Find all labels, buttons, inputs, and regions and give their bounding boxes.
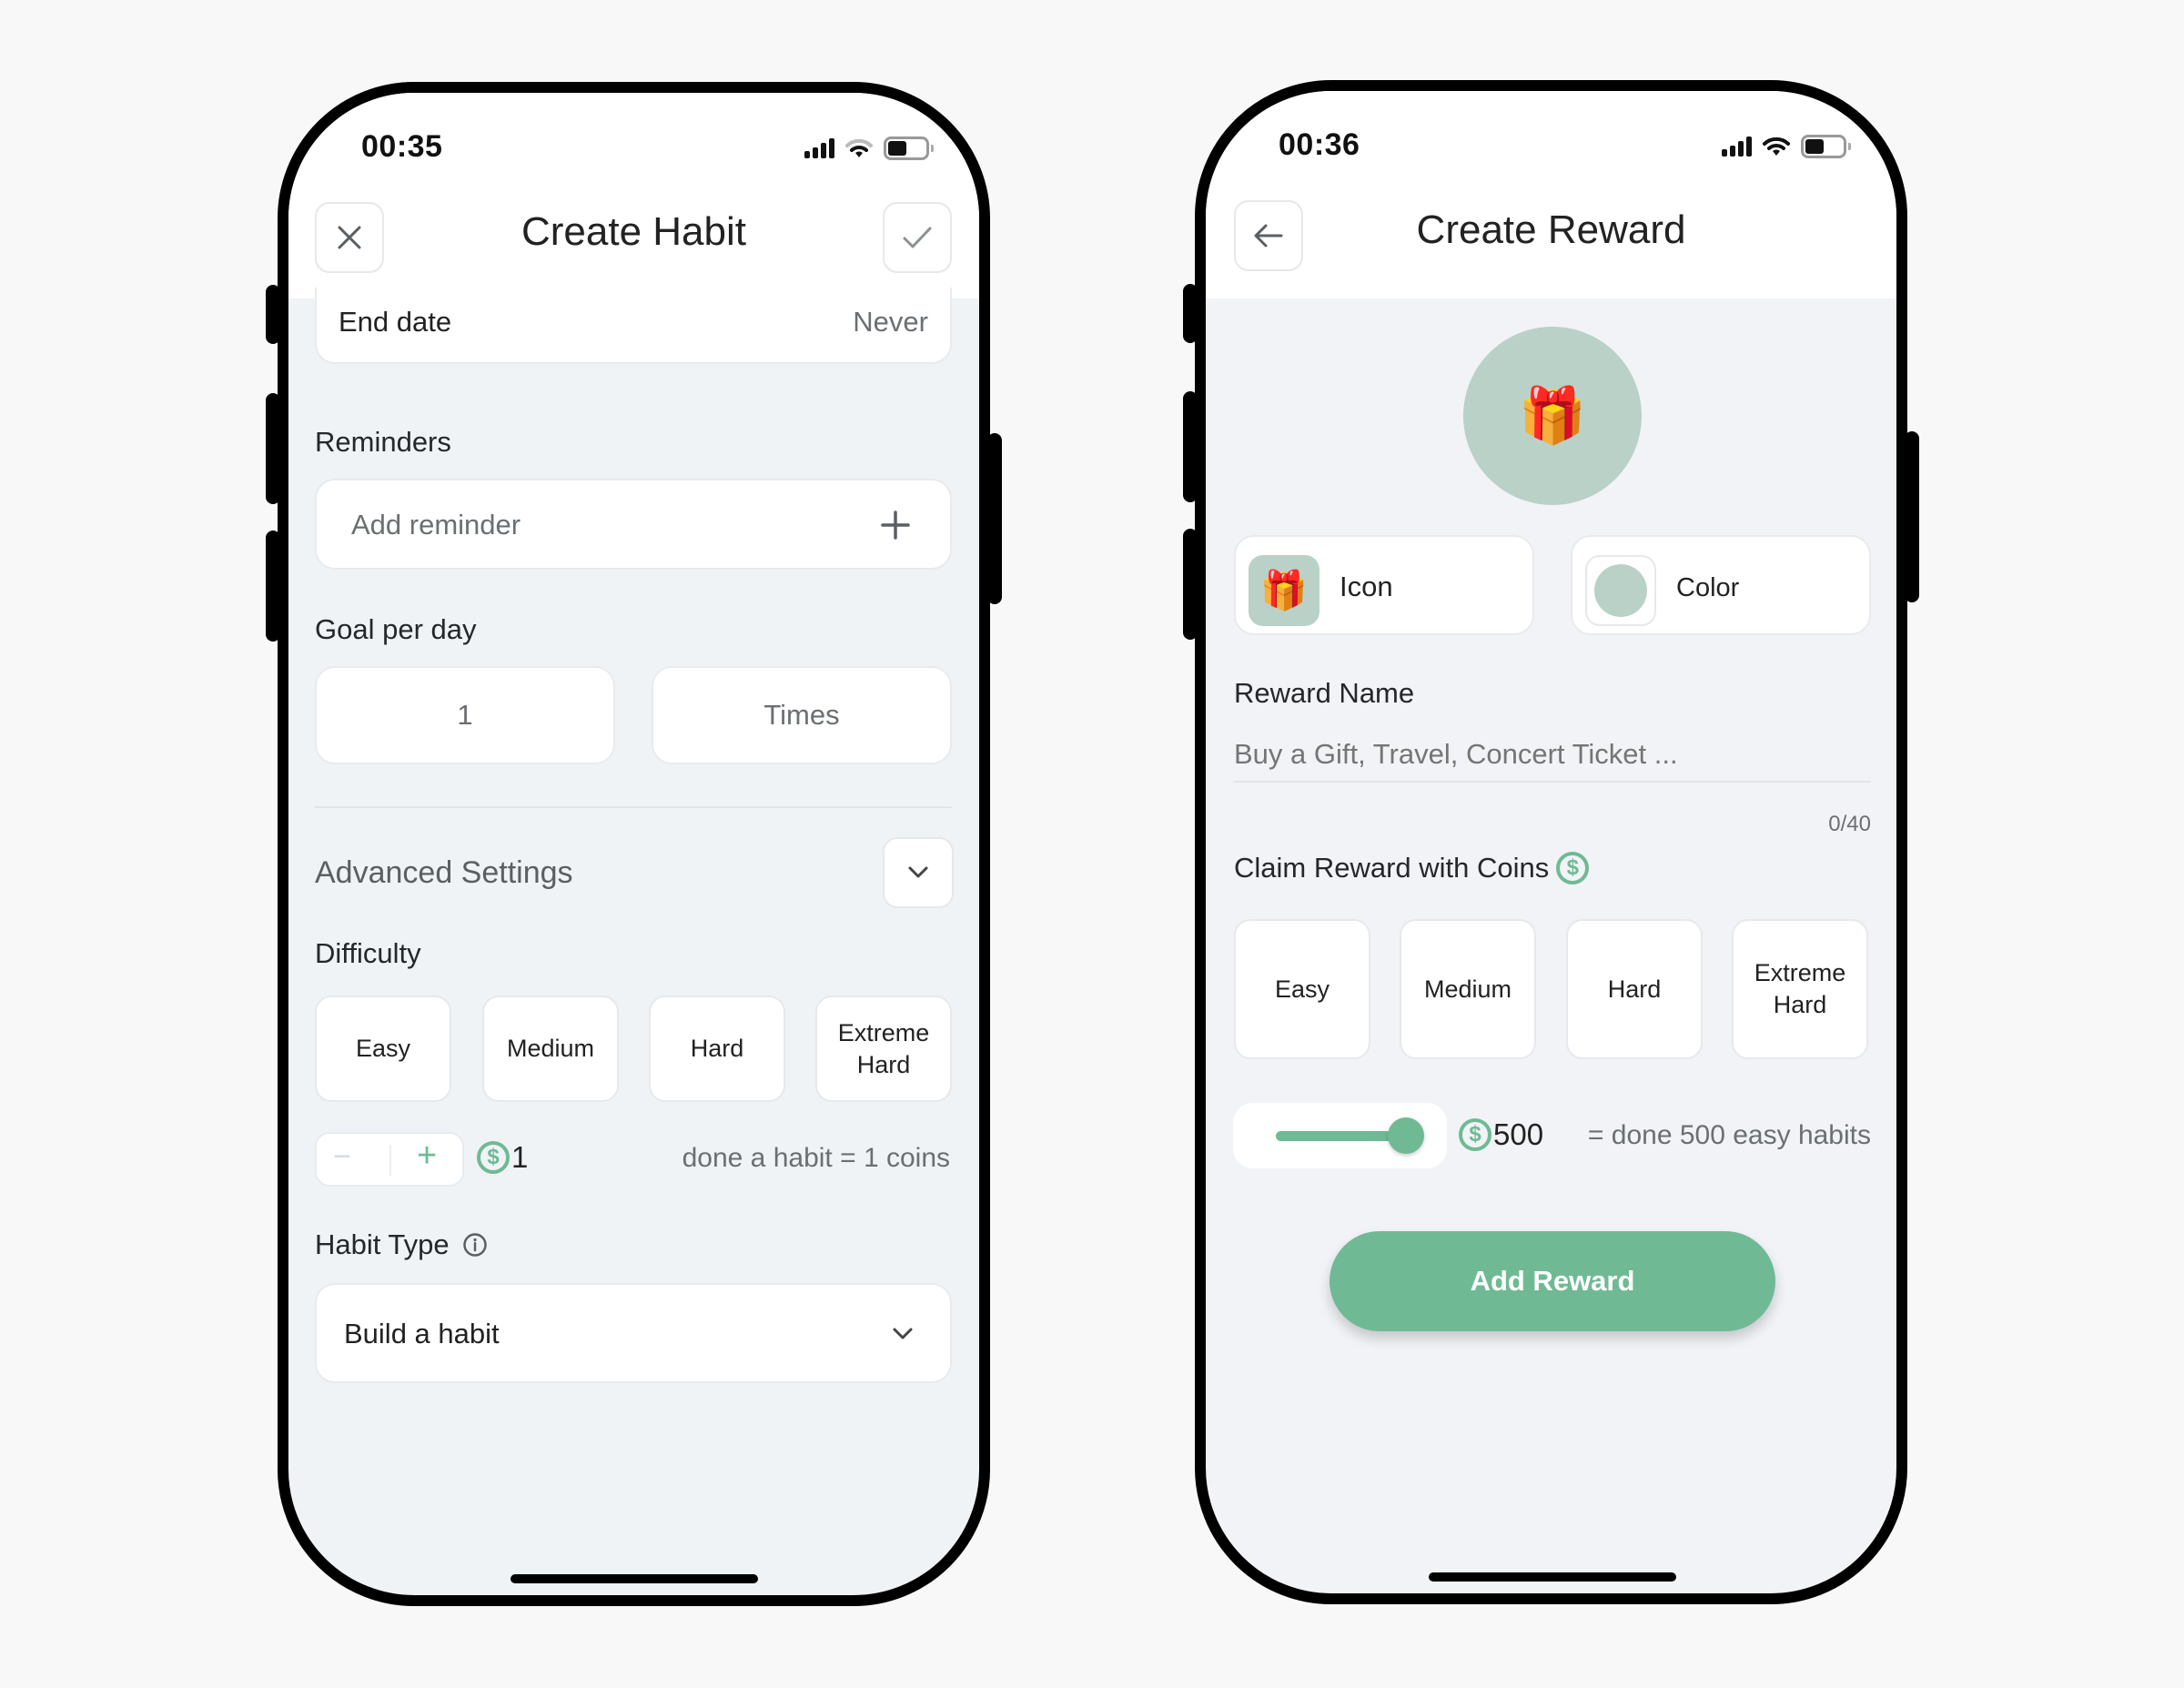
home-indicator	[511, 1574, 758, 1583]
status-icons	[804, 135, 934, 162]
cellular-signal-icon	[1722, 136, 1752, 157]
habit-type-label-row: Habit Type	[315, 1228, 488, 1261]
color-picker[interactable]: Color	[1571, 535, 1871, 635]
difficulty-easy[interactable]: Easy	[315, 996, 451, 1102]
reward-name-counter: 0/40	[1828, 812, 1871, 836]
icon-picker[interactable]: 🎁 Icon	[1234, 535, 1534, 635]
advanced-settings-label: Advanced Settings	[315, 855, 573, 890]
decrement-button[interactable]: −	[333, 1139, 351, 1175]
coin-slider[interactable]	[1276, 1117, 1424, 1154]
habit-type-dropdown[interactable]: Build a habit	[315, 1283, 952, 1383]
difficulty-extreme-hard[interactable]: Extreme Hard	[815, 996, 952, 1102]
confirm-button[interactable]	[883, 202, 952, 273]
top-bar	[288, 93, 979, 298]
reward-name-input[interactable]	[1234, 728, 1871, 783]
goal-unit-select[interactable]: Times	[652, 666, 952, 764]
reward-preview: 🎁	[1463, 327, 1642, 505]
battery-icon	[884, 136, 934, 160]
add-reminder-button[interactable]: Add reminder	[315, 479, 952, 570]
coin-icon: $	[1556, 852, 1590, 884]
difficulty-medium[interactable]: Medium	[482, 996, 619, 1102]
phone-create-habit: 00:35 Create Habit End date Never Remind…	[266, 82, 1002, 1606]
coin-value: $ 1	[477, 1140, 528, 1175]
slider-fill	[1276, 1131, 1406, 1141]
increment-button[interactable]: +	[417, 1137, 437, 1176]
goal-amount-value: 1	[457, 699, 473, 731]
color-swatch	[1594, 564, 1647, 617]
phone-frame: 00:35 Create Habit End date Never Remind…	[278, 82, 990, 1606]
end-date-row[interactable]: End date Never	[315, 288, 952, 364]
claim-extreme-hard[interactable]: Extreme Hard	[1732, 919, 1868, 1059]
status-time: 00:36	[1279, 127, 1360, 162]
coin-slider-card	[1233, 1103, 1447, 1168]
coin-stepper[interactable]: − +	[315, 1132, 464, 1187]
coin-amount: 1	[511, 1140, 529, 1174]
status-time: 00:35	[361, 129, 443, 164]
slider-thumb[interactable]	[1388, 1117, 1424, 1154]
claim-hard[interactable]: Hard	[1566, 919, 1703, 1059]
claim-medium[interactable]: Medium	[1400, 919, 1536, 1059]
reward-name-label: Reward Name	[1234, 677, 1415, 709]
page-title: Create Reward	[1416, 207, 1686, 252]
divider	[315, 806, 952, 808]
chevron-down-icon	[908, 866, 928, 878]
habit-type-label: Habit Type	[315, 1228, 450, 1260]
goal-per-day-label: Goal per day	[315, 613, 477, 645]
info-icon[interactable]	[462, 1232, 488, 1258]
advanced-settings-toggle[interactable]	[883, 837, 954, 908]
habit-type-selected: Build a habit	[344, 1318, 500, 1349]
home-indicator	[1429, 1572, 1676, 1582]
plus-icon	[881, 510, 910, 540]
coin-description: done a habit = 1 coins	[682, 1143, 950, 1173]
status-icons	[1722, 133, 1851, 160]
phone-create-reward: 00:36 Create Reward 🎁 🎁 Icon Color Rewar…	[1183, 80, 1919, 1604]
checkmark-icon	[903, 227, 932, 248]
phone-frame: 00:36 Create Reward 🎁 🎁 Icon Color Rewar…	[1195, 80, 1907, 1604]
claim-easy[interactable]: Easy	[1234, 919, 1370, 1059]
cellular-signal-icon	[804, 138, 834, 158]
icon-picker-thumb: 🎁	[1249, 555, 1320, 626]
screen: 00:35 Create Habit End date Never Remind…	[288, 93, 979, 1595]
wifi-icon	[1763, 136, 1790, 156]
gift-icon: 🎁	[1259, 568, 1309, 612]
stepper-divider	[389, 1145, 391, 1176]
page-title: Create Habit	[521, 209, 746, 254]
gift-icon: 🎁	[1518, 385, 1587, 446]
battery-icon	[1801, 135, 1851, 158]
coin-icon: $	[477, 1141, 510, 1174]
reminders-label: Reminders	[315, 426, 451, 458]
color-picker-label: Color	[1676, 573, 1740, 602]
coin-cost-value: 500	[1493, 1117, 1544, 1151]
difficulty-hard[interactable]: Hard	[649, 996, 785, 1102]
end-date-label: End date	[339, 306, 452, 338]
chevron-down-icon	[893, 1328, 913, 1339]
icon-picker-label: Icon	[1340, 571, 1393, 602]
color-swatch-frame	[1585, 555, 1656, 626]
add-reward-button[interactable]: Add Reward	[1330, 1231, 1775, 1331]
coin-icon: $	[1459, 1118, 1491, 1151]
goal-amount-input[interactable]: 1	[315, 666, 615, 764]
screen: 00:36 Create Reward 🎁 🎁 Icon Color Rewar…	[1206, 91, 1896, 1593]
difficulty-label: Difficulty	[315, 937, 421, 969]
coin-cost: $ 500	[1459, 1117, 1543, 1152]
end-date-value: Never	[853, 306, 928, 338]
top-bar	[1206, 91, 1896, 298]
wifi-icon	[845, 138, 873, 157]
claim-label: Claim Reward with Coins	[1234, 852, 1550, 884]
coin-cost-description: = done 500 easy habits	[1587, 1120, 1871, 1150]
goal-unit-value: Times	[763, 699, 840, 731]
claim-label-row: Claim Reward with Coins $	[1234, 852, 1590, 884]
add-reminder-placeholder: Add reminder	[351, 509, 521, 541]
